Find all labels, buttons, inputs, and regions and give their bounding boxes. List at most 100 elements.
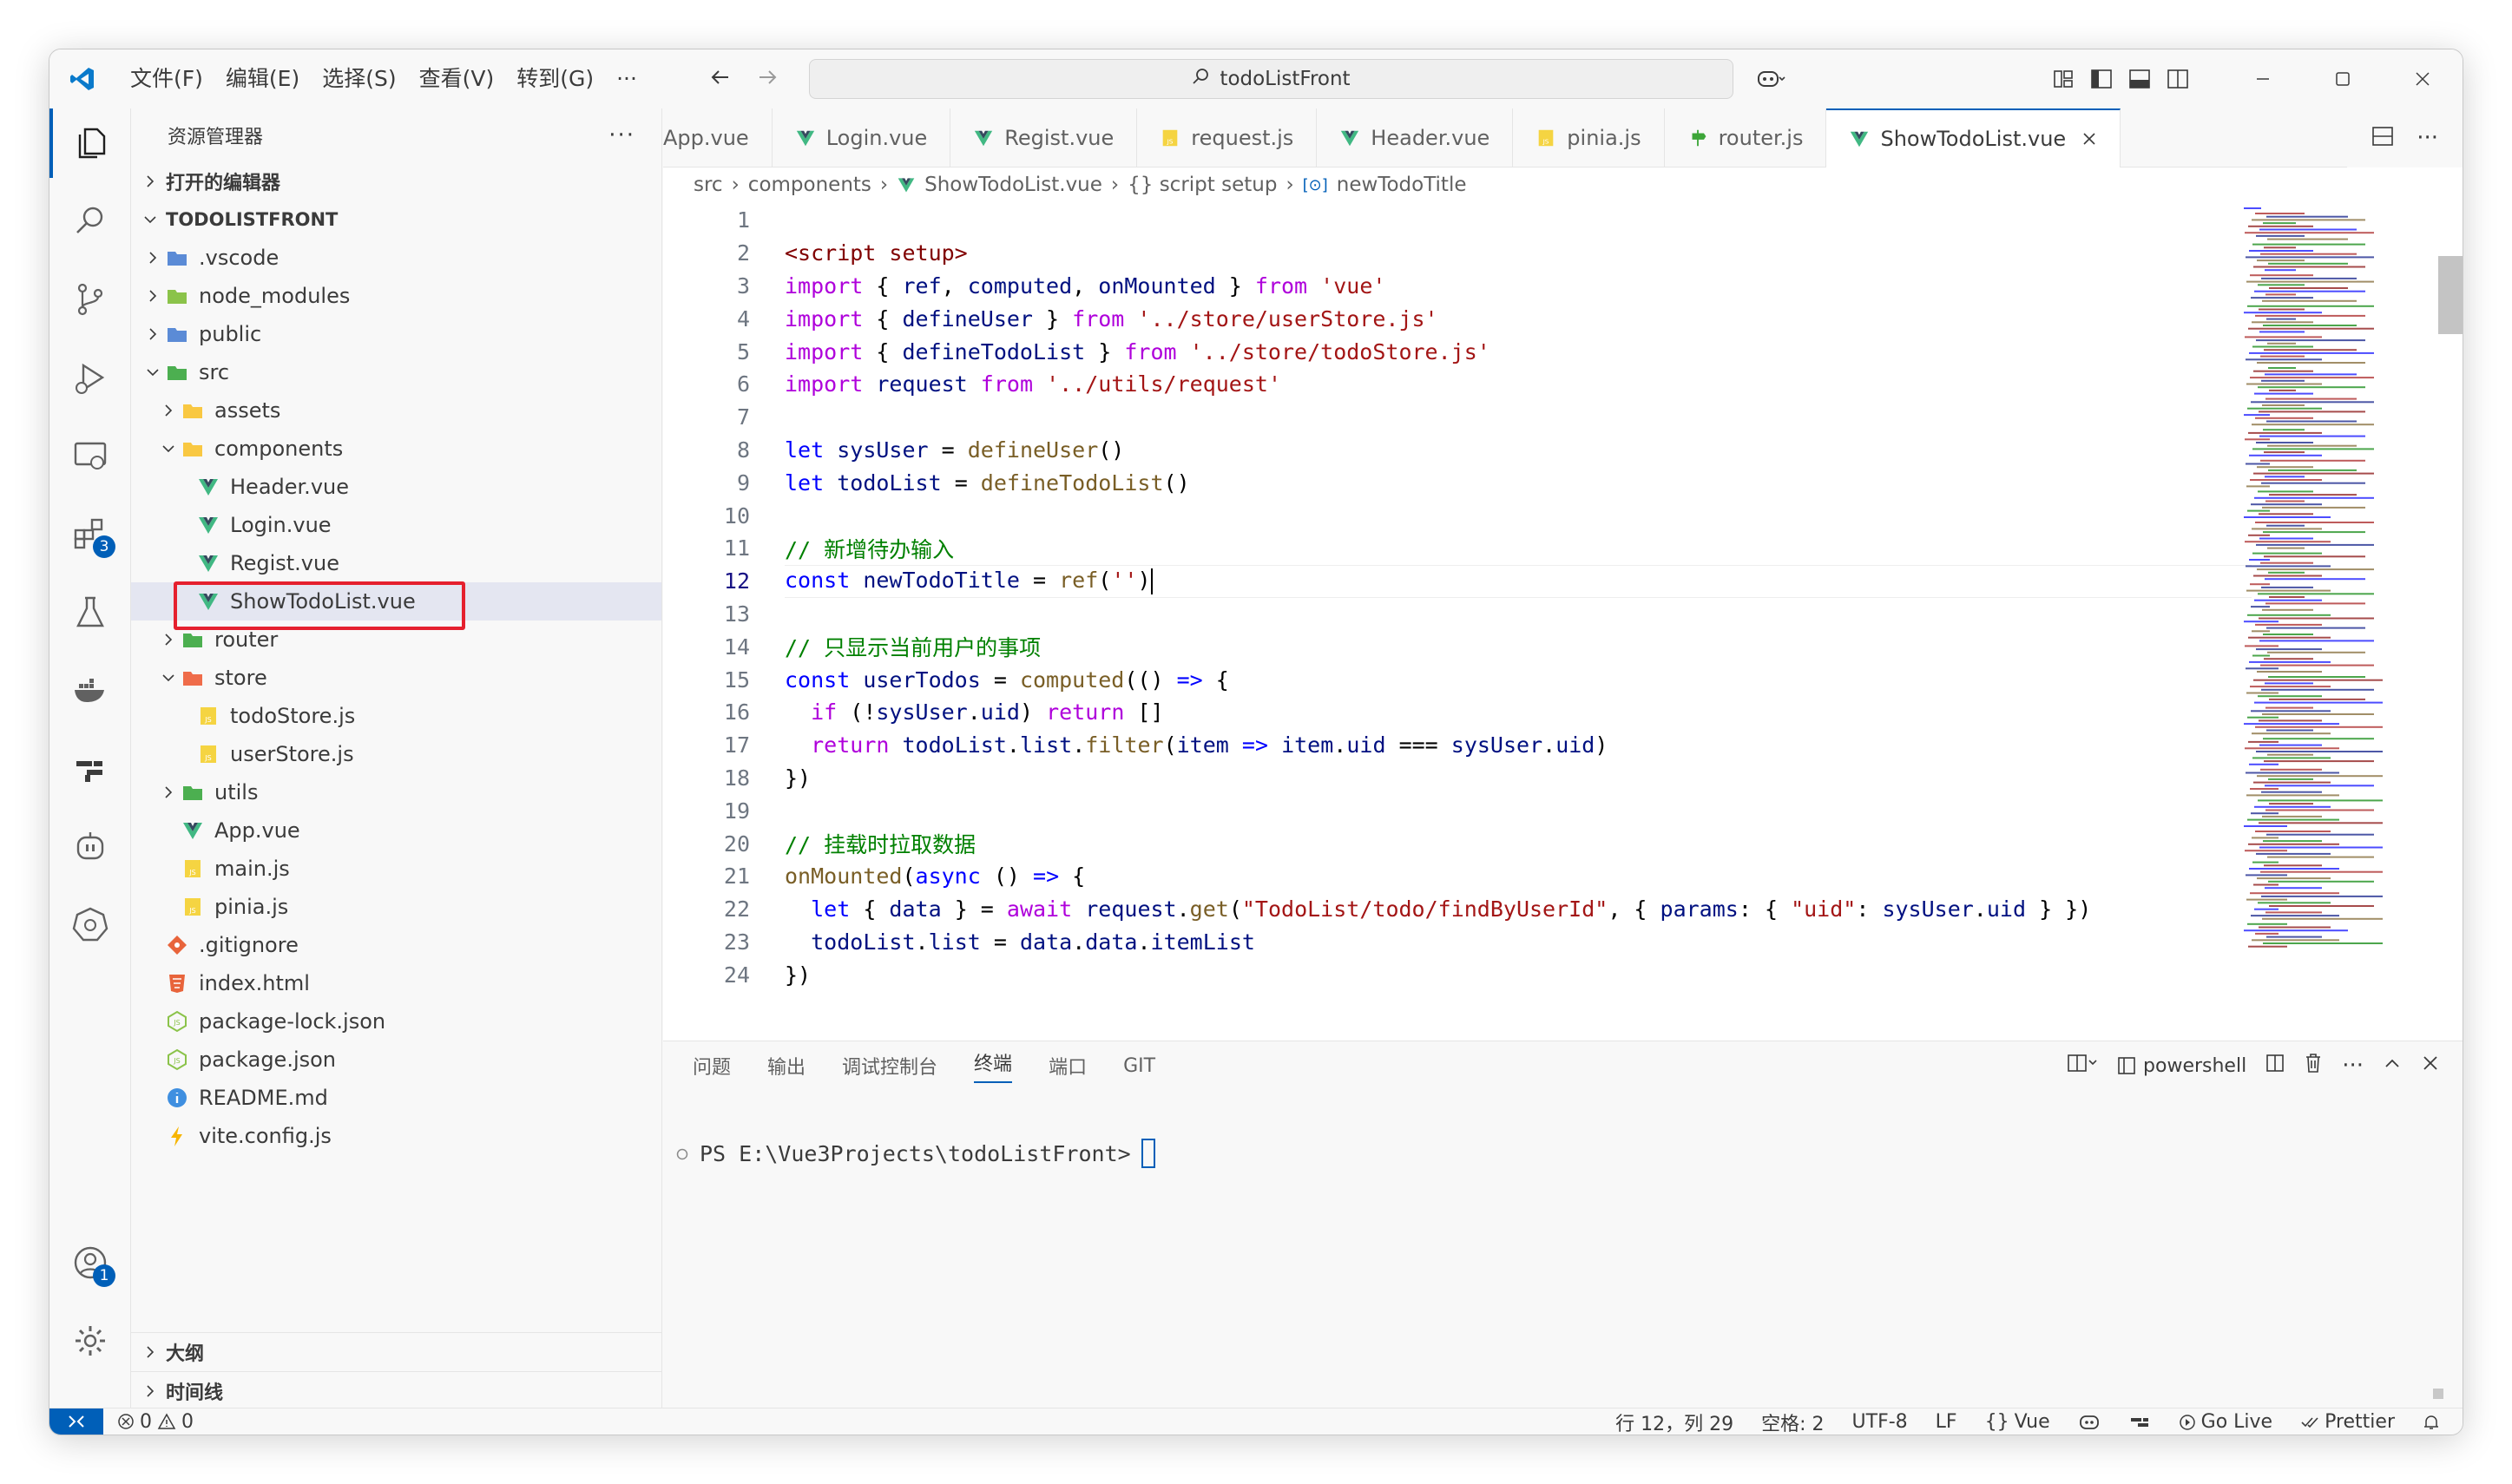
editor-tab[interactable]: ShowTodoList.vue (1826, 108, 2121, 167)
tree-item[interactable]: store (131, 659, 661, 697)
accounts-icon[interactable]: 1 (49, 1228, 131, 1297)
indentation[interactable]: 空格: 2 (1761, 1408, 1824, 1435)
extensions-icon[interactable]: 3 (49, 499, 131, 568)
split-editor-icon[interactable] (2371, 126, 2394, 150)
back-arrow-icon[interactable] (709, 66, 732, 92)
menu-item[interactable]: ··· (605, 49, 648, 108)
source-control-icon[interactable] (49, 265, 131, 334)
run-debug-icon[interactable] (49, 343, 131, 412)
go-live-button[interactable]: Go Live (2179, 1411, 2272, 1433)
gitlens-status-icon[interactable] (2128, 1414, 2151, 1431)
toggle-sidebar-icon[interactable] (2082, 49, 2121, 108)
breadcrumb-item[interactable]: {} script setup (1128, 174, 1277, 196)
breadcrumb-item[interactable]: ShowTodoList.vue (924, 174, 1102, 196)
trash-icon[interactable] (2304, 1053, 2323, 1079)
panel-tab[interactable]: 问题 (693, 1052, 731, 1080)
language-mode[interactable]: {} Vue (1985, 1411, 2050, 1433)
outline-section[interactable]: 大纲 (131, 1333, 661, 1371)
toggle-secondary-sidebar-icon[interactable] (2159, 49, 2197, 108)
more-actions-icon[interactable]: ··· (608, 122, 635, 148)
command-center-search[interactable]: todoListFront (809, 59, 1733, 99)
settings-gear-icon[interactable] (49, 1306, 131, 1376)
panel-tab[interactable]: 终端 (974, 1048, 1013, 1083)
menu-item[interactable]: 选择(S) (311, 49, 407, 108)
editor-tab[interactable]: Header.vue (1317, 108, 1514, 167)
project-root[interactable]: TODOLISTFRONT (131, 200, 661, 239)
explorer-icon[interactable] (49, 108, 131, 178)
breadcrumb-item[interactable]: src (694, 174, 723, 196)
tree-item[interactable]: JS userStore.js (131, 735, 661, 773)
tree-item[interactable]: utils (131, 773, 661, 811)
menu-item[interactable]: 查看(V) (408, 49, 506, 108)
encoding[interactable]: UTF-8 (1852, 1411, 1908, 1433)
copilot-icon[interactable] (1740, 49, 1801, 108)
close-window-button[interactable] (2383, 49, 2463, 108)
terminal-shell-tab[interactable]: powershell (2117, 1055, 2246, 1077)
customize-layout-icon[interactable] (2044, 49, 2082, 108)
breadcrumb-item[interactable]: newTodoTitle (1337, 174, 1467, 196)
forward-arrow-icon[interactable] (756, 66, 779, 92)
editor-tab[interactable]: Regist.vue (950, 108, 1138, 167)
close-panel-icon[interactable] (2421, 1054, 2440, 1078)
problems-indicator[interactable]: 0 0 (117, 1411, 194, 1433)
menu-item[interactable]: 编辑(E) (214, 49, 311, 108)
kubernetes-icon[interactable] (49, 890, 131, 959)
end-of-line[interactable]: LF (1936, 1411, 1957, 1433)
tree-item[interactable]: JS package-lock.json (131, 1002, 661, 1041)
tree-item[interactable]: Header.vue (131, 468, 661, 506)
tree-item[interactable]: JS todoStore.js (131, 697, 661, 735)
code-view[interactable]: 1 2 <script setup> 3 import { ref, computed,… (663, 204, 2252, 1041)
tree-item[interactable]: JS main.js (131, 850, 661, 888)
editor-tab[interactable]: Login.vue (773, 108, 951, 167)
more-actions-icon[interactable]: ··· (2342, 1053, 2364, 1079)
open-editors-section[interactable]: 打开的编辑器 (131, 162, 661, 200)
tree-item[interactable]: Login.vue (131, 506, 661, 544)
tree-item[interactable]: Regist.vue (131, 544, 661, 582)
terminal-output[interactable]: PS E:\Vue3Projects\todoListFront> (675, 1139, 1155, 1168)
editor-tab[interactable]: App.vue (663, 108, 773, 167)
panel-tab[interactable]: 输出 (767, 1052, 806, 1080)
tree-item[interactable]: .vscode (131, 239, 661, 277)
timeline-section[interactable]: 时间线 (131, 1371, 661, 1409)
panel-tab[interactable]: 调试控制台 (842, 1052, 937, 1080)
tree-item[interactable]: JS package.json (131, 1041, 661, 1079)
minimap[interactable] (2240, 204, 2440, 950)
tree-item[interactable]: src (131, 353, 661, 391)
notifications-bell-icon[interactable] (2423, 1414, 2440, 1431)
panel-tab[interactable]: GIT (1123, 1055, 1155, 1077)
prettier-status[interactable]: Prettier (2300, 1411, 2395, 1433)
docker-icon[interactable] (49, 655, 131, 725)
gitlens-icon[interactable] (49, 733, 131, 803)
menu-item[interactable]: 文件(F) (119, 49, 214, 108)
remote-indicator[interactable] (49, 1408, 103, 1435)
maximize-panel-icon[interactable] (2383, 1054, 2402, 1078)
editor-tab[interactable]: JS pinia.js (1513, 108, 1665, 167)
tree-item[interactable]: components (131, 430, 661, 468)
editor-scrollbar[interactable] (2438, 256, 2463, 334)
terminal-layout-icon[interactable] (2067, 1053, 2098, 1079)
breadcrumb-item[interactable]: components (748, 174, 871, 196)
tree-item[interactable]: vite.config.js (131, 1117, 661, 1155)
editor-tab[interactable]: JS request.js (1137, 108, 1318, 167)
tree-item[interactable]: App.vue (131, 811, 661, 850)
panel-tab[interactable]: 端口 (1049, 1052, 1087, 1080)
close-tab-icon[interactable] (2081, 131, 2097, 147)
split-terminal-icon[interactable] (2265, 1054, 2285, 1078)
tree-item[interactable]: public (131, 315, 661, 353)
remote-explorer-icon[interactable] (49, 421, 131, 490)
editor-tab[interactable]: router.js (1665, 108, 1827, 167)
tree-item[interactable]: .gitignore (131, 926, 661, 964)
menu-item[interactable]: 转到(G) (505, 49, 605, 108)
cursor-position[interactable]: 行 12，列 29 (1615, 1408, 1733, 1435)
maximize-button[interactable] (2303, 49, 2383, 108)
testing-icon[interactable] (49, 577, 131, 647)
tree-item[interactable]: index.html (131, 964, 661, 1002)
tree-item[interactable]: JS pinia.js (131, 888, 661, 926)
minimize-button[interactable] (2223, 49, 2303, 108)
toggle-panel-icon[interactable] (2121, 49, 2159, 108)
copilot-chat-icon[interactable] (49, 811, 131, 881)
tree-item[interactable]: README.md (131, 1079, 661, 1117)
search-icon[interactable] (49, 187, 131, 256)
tree-item[interactable]: assets (131, 391, 661, 430)
more-actions-icon[interactable]: ··· (2417, 125, 2438, 151)
